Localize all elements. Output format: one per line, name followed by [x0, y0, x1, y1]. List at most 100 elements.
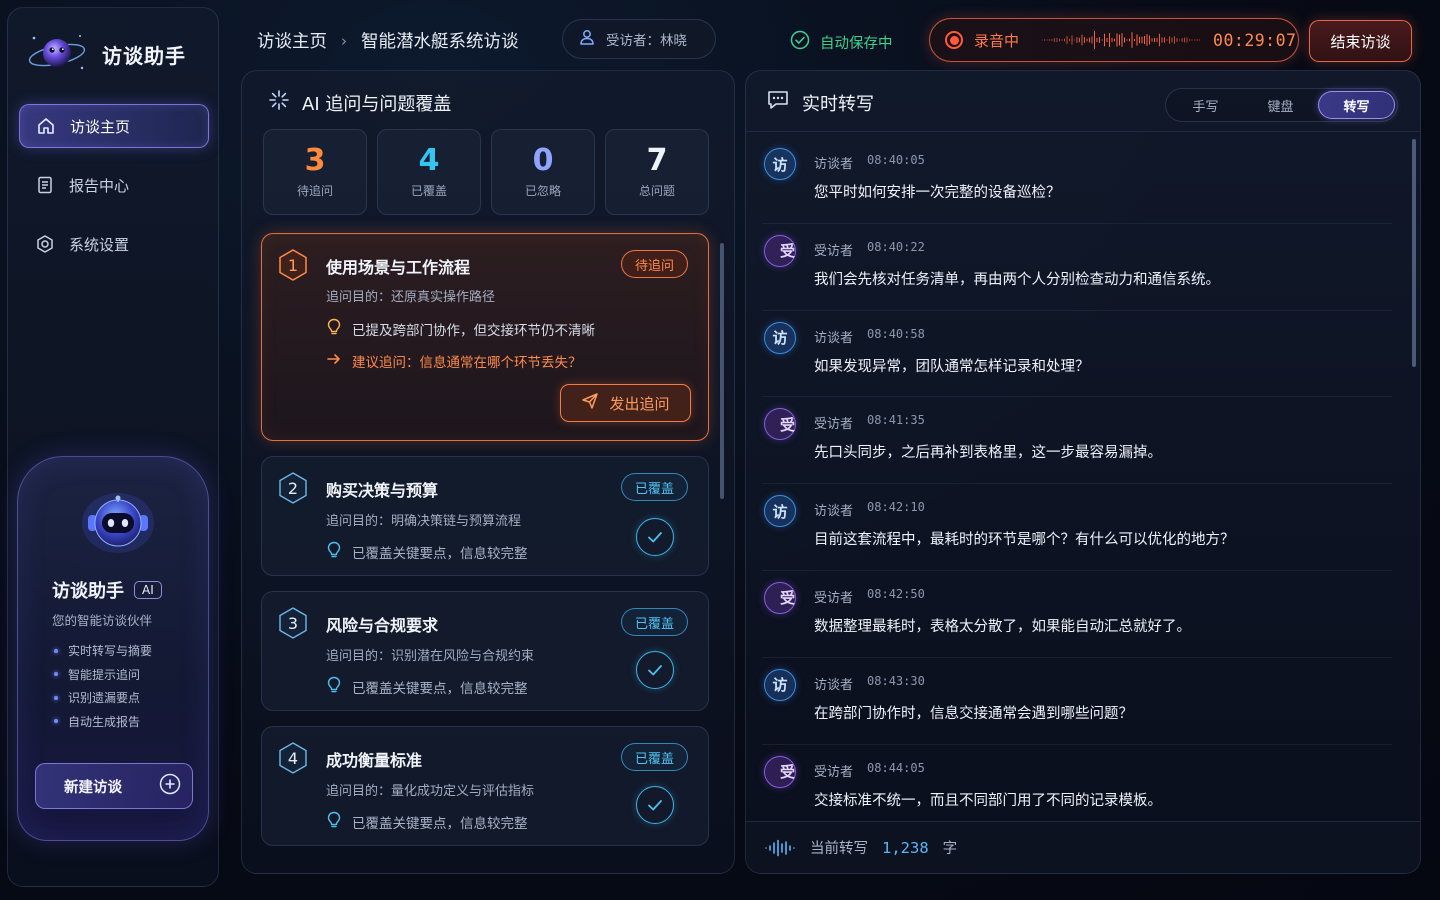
- topic-card-covered[interactable]: 2 购买决策与预算 已覆盖 追问目的：明确决策链与预算流程 已覆盖关键要点，信息…: [261, 456, 709, 576]
- message-meta: 受访者 08:44:05: [814, 761, 925, 780]
- timestamp: 08:42:10: [867, 500, 925, 515]
- insight-text: 已覆盖关键要点，信息较完整: [352, 681, 528, 697]
- assistant-subtitle: 您的智能访谈伙伴: [52, 613, 153, 628]
- coverage-scrollbar[interactable]: [720, 243, 724, 499]
- transcript-title: 实时转写: [802, 93, 874, 115]
- timestamp: 08:42:50: [867, 586, 925, 601]
- topic-title: 风险与合规要求: [326, 616, 439, 635]
- suggestion-text: 建议追问：信息通常在哪个环节丢失？: [352, 355, 582, 371]
- message-item: 访 访谈者 08:43:30 在跨部门协作时，信息交接通常会遇到哪些问题？: [762, 658, 1392, 745]
- transcript-panel: 实时转写 手写 键盘 转写 访 访谈者 08:40:05 您平时如何安排一次完整的…: [745, 70, 1421, 874]
- stat-ignored[interactable]: 0 已忽略: [491, 129, 595, 215]
- topic-title: 使用场景与工作流程: [326, 258, 471, 277]
- audio-waveform-icon: [1041, 31, 1201, 49]
- hexagon-number-icon: 3: [276, 606, 310, 640]
- speaker-name: 受访者: [814, 417, 854, 433]
- stat-value: 0: [532, 142, 554, 178]
- send-icon: [581, 392, 599, 414]
- settings-icon: [35, 234, 55, 254]
- topic-suggestion: 建议追问：信息通常在哪个环节丢失？: [326, 351, 582, 371]
- tab-transcribe[interactable]: 转写: [1318, 91, 1395, 119]
- message-meta: 访谈者 08:42:10: [814, 500, 925, 519]
- sparkle-icon: [268, 89, 290, 116]
- topic-index: 3: [287, 613, 299, 633]
- topic-list: 1 使用场景与工作流程 待追问 追问目的：还原真实操作路径 已提及跨部门协作，但…: [261, 233, 711, 861]
- end-interview-button[interactable]: 结束访谈: [1309, 20, 1412, 62]
- speaker-name: 访谈者: [814, 330, 854, 346]
- topic-title: 成功衡量标准: [326, 751, 423, 770]
- timestamp: 08:40:22: [867, 239, 925, 254]
- message-text: 在跨部门协作时，信息交接通常会遇到哪些问题？: [814, 705, 1133, 722]
- stat-label: 待追问: [296, 183, 333, 198]
- tab-handwrite[interactable]: 手写: [1168, 91, 1243, 119]
- message-text: 如果发现异常，团队通常怎样记录和处理？: [814, 358, 1090, 375]
- message-item: 受 受访者 08:40:22 我们会先核对任务清单，再由两个人分别检查动力和通信系…: [762, 224, 1392, 311]
- sidebar-item-reports[interactable]: 报告中心: [19, 163, 209, 207]
- message-item: 访 访谈者 08:40:05 您平时如何安排一次完整的设备巡检？: [762, 137, 1392, 224]
- ai-badge: AI: [134, 581, 162, 599]
- transcript-header: 实时转写: [766, 89, 874, 116]
- robot-mascot-icon: [80, 487, 156, 555]
- hexagon-number-icon: 4: [276, 741, 310, 775]
- top-bar: 访谈主页 › 智能潜水艇系统访谈 受访者：林晓 自动保存中 录音中 00:29:…: [229, 8, 1433, 68]
- transcript-scrollbar[interactable]: [1412, 139, 1416, 367]
- hexagon-number-icon: 1: [276, 248, 310, 282]
- checkmark-icon: [636, 518, 674, 556]
- topic-index: 1: [287, 255, 299, 275]
- sidebar-item-settings[interactable]: 系统设置: [19, 222, 209, 266]
- speaker-name: 受访者: [814, 590, 854, 606]
- topic-purpose: 追问目的：明确决策链与预算流程: [326, 514, 522, 529]
- waveform-icon: [765, 839, 795, 856]
- message-item: 访 访谈者 08:42:10 目前这套流程中，最耗时的环节是哪个？有什么可以优化的…: [762, 484, 1392, 571]
- sidebar-item-home[interactable]: 访谈主页: [19, 104, 209, 148]
- stat-label: 已忽略: [524, 183, 561, 198]
- avatar: 受: [764, 408, 796, 441]
- insight-text: 已覆盖关键要点，信息较完整: [352, 546, 528, 562]
- planet-logo-icon: [26, 28, 88, 80]
- stat-covered[interactable]: 4 已覆盖: [377, 129, 481, 215]
- sidebar-item-label: 系统设置: [69, 235, 130, 254]
- stat-value: 3: [304, 142, 326, 178]
- arrow-right-icon: [326, 351, 342, 371]
- message-item: 受 受访者 08:42:50 数据整理最耗时，表格太分散了，如果能自动汇总就好了。: [762, 571, 1392, 658]
- home-icon: [36, 116, 56, 136]
- new-interview-button[interactable]: 新建访谈: [35, 763, 193, 809]
- transcript-count-label: 当前转写: [810, 841, 868, 857]
- input-mode-tabs: 手写 键盘 转写: [1165, 88, 1398, 122]
- coverage-title: AI 追问与问题覆盖: [302, 93, 452, 115]
- message-text: 先口头同步，之后再补到表格里，这一步最容易漏掉。: [814, 445, 1162, 462]
- message-text: 您平时如何安排一次完整的设备巡检？: [814, 185, 1061, 201]
- topic-card-covered[interactable]: 4 成功衡量标准 已覆盖 追问目的：量化成功定义与评估指标 已覆盖关键要点，信息…: [261, 726, 709, 846]
- app-title: 访谈助手: [102, 43, 186, 68]
- topic-card-pending[interactable]: 1 使用场景与工作流程 待追问 追问目的：还原真实操作路径 已提及跨部门协作，但…: [261, 233, 709, 441]
- message-item: 受 受访者 08:41:35 先口头同步，之后再补到表格里，这一步最容易漏掉。: [762, 397, 1392, 485]
- breadcrumb-home[interactable]: 访谈主页: [257, 28, 327, 53]
- breadcrumb-current: 智能潜水艇系统访谈: [361, 32, 519, 52]
- feature-item: 实时转写与摘要: [54, 639, 152, 663]
- speaker-name: 受访者: [814, 764, 854, 780]
- divider: [746, 131, 1420, 132]
- new-interview-label: 新建访谈: [64, 779, 122, 796]
- sidebar-item-label: 访谈主页: [70, 117, 131, 136]
- user-icon: [578, 28, 596, 50]
- send-followup-button[interactable]: 发出追问: [560, 384, 691, 422]
- avatar: 访: [764, 668, 796, 701]
- record-dot-icon: [945, 31, 963, 49]
- coverage-header: AI 追问与问题覆盖: [268, 89, 451, 116]
- stat-pending[interactable]: 3 待追问: [263, 129, 367, 215]
- feature-item: 自动生成报告: [54, 710, 152, 734]
- stat-label: 总问题: [638, 183, 675, 198]
- stat-total[interactable]: 7 总问题: [605, 129, 709, 215]
- hexagon-number-icon: 2: [276, 471, 310, 505]
- transcript-count-unit: 字: [942, 841, 958, 857]
- assistant-name: 访谈助手: [52, 581, 124, 602]
- topic-card-covered[interactable]: 3 风险与合规要求 已覆盖 追问目的：识别潜在风险与合规约束 已覆盖关键要点，信…: [261, 591, 709, 711]
- tab-keyboard[interactable]: 键盘: [1243, 91, 1318, 119]
- speaker-name: 访谈者: [814, 157, 854, 172]
- topic-insight: 已覆盖关键要点，信息较完整: [326, 811, 528, 833]
- feature-list: 实时转写与摘要 智能提示追问 识别遗漏要点 自动生成报告: [54, 639, 152, 733]
- message-meta: 受访者 08:41:35: [814, 413, 925, 432]
- speaker-name: 受访者: [814, 243, 854, 259]
- lightbulb-icon: [326, 541, 342, 563]
- avatar: 访: [764, 148, 796, 180]
